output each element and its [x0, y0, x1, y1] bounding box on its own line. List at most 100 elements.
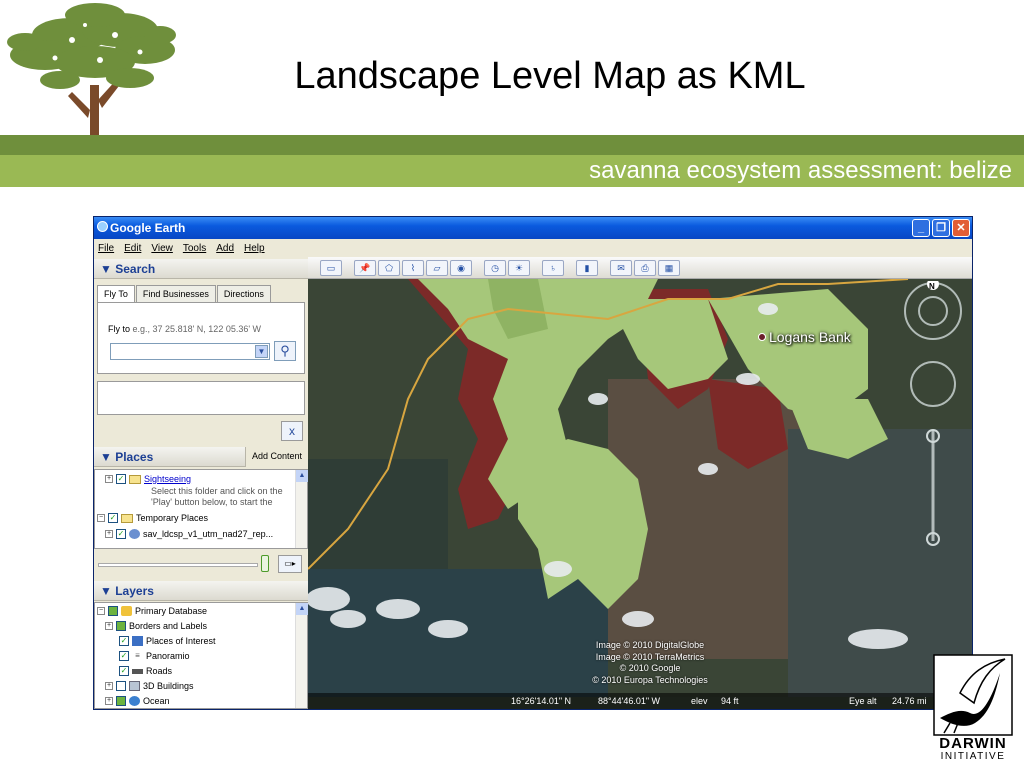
places-header[interactable]: ▼ Places Add Content [94, 447, 308, 467]
places-item-kml[interactable]: + ✓ sav_ldcsp_v1_utm_nad27_rep... [105, 529, 273, 539]
collapse-tree-icon[interactable]: − [97, 514, 105, 522]
search-button[interactable]: ⚲ [274, 341, 296, 361]
add-content-button[interactable]: Add Content [244, 447, 308, 467]
darwin-logo-name: DARWIN [939, 735, 1007, 752]
placemark-label[interactable]: Logans Bank [769, 329, 851, 345]
tour-controls: ▭▸ [94, 551, 308, 577]
layer-ocean[interactable]: + Ocean [105, 696, 170, 706]
map-toolbar: ▭ 📌 ⬠ ⌇ ▱ ◉ ◷ ☀ ♄ ▮ ✉ ⎙ ▦ [308, 257, 972, 279]
sidebar-icon[interactable]: ▭ [320, 259, 342, 276]
layers-header[interactable]: ▼ Layers [94, 581, 308, 601]
compass-north-label: N [929, 282, 935, 291]
layer-panoramio[interactable]: ✓ ≡ Panoramio [119, 651, 190, 661]
overlay-icon[interactable]: ▱ [426, 259, 448, 276]
print-icon[interactable]: ⎙ [634, 259, 656, 276]
search-icon: ⚲ [280, 343, 290, 358]
layer-3d-buildings[interactable]: + ✓ 3D Buildings [105, 681, 194, 691]
maps-icon[interactable]: ▦ [658, 259, 680, 276]
scroll-up-icon[interactable]: ▲ [296, 603, 308, 615]
layers-scrollbar[interactable]: ▲ [295, 603, 308, 708]
placemark-icon[interactable] [758, 333, 766, 341]
flyto-input[interactable]: ▼ [110, 343, 270, 360]
folder-open-icon [121, 513, 133, 523]
checkbox[interactable]: ✓ [116, 474, 126, 484]
checkbox[interactable]: ✓ [108, 513, 118, 523]
map-view[interactable]: ▭ 📌 ⬠ ⌇ ▱ ◉ ◷ ☀ ♄ ▮ ✉ ⎙ ▦ Logans Bank N … [308, 257, 972, 709]
expand-icon[interactable]: + [105, 475, 113, 483]
path-icon[interactable]: ⌇ [402, 259, 424, 276]
slide-subtitle: savanna ecosystem assessment: belize [589, 157, 1012, 184]
placemark-icon[interactable]: 📌 [354, 259, 376, 276]
places-item-sightseeing[interactable]: + ✓ Sightseeing [105, 474, 191, 484]
checkbox[interactable] [108, 606, 118, 616]
tour-icon[interactable]: ◉ [450, 259, 472, 276]
checkbox[interactable]: ✓ [116, 681, 126, 691]
email-icon[interactable]: ✉ [610, 259, 632, 276]
historical-imagery-icon[interactable]: ◷ [484, 259, 506, 276]
tab-find-businesses[interactable]: Find Businesses [135, 285, 216, 303]
navigation-controls[interactable] [898, 281, 968, 551]
ruler-icon[interactable]: ▮ [576, 259, 598, 276]
planets-icon[interactable]: ♄ [542, 259, 564, 276]
restore-icon[interactable]: ❐ [932, 219, 950, 237]
slide-title: Landscape Level Map as KML [294, 55, 806, 97]
expand-icon[interactable]: + [105, 697, 113, 705]
checkbox[interactable] [116, 696, 126, 706]
window-titlebar[interactable]: Google Earth _ ❐ ✕ [94, 217, 972, 239]
expand-icon[interactable]: + [105, 530, 113, 538]
layer-borders-labels[interactable]: + Borders and Labels [105, 621, 207, 631]
checkbox[interactable] [116, 621, 126, 631]
elevation-label: elev [691, 696, 708, 706]
menu-file[interactable]: File [98, 243, 114, 254]
sidebar: ▼ Search Fly To Find Businesses Directio… [94, 257, 308, 709]
polygon-icon[interactable]: ⬠ [378, 259, 400, 276]
eye-alt-label: Eye alt [849, 696, 877, 706]
expand-icon[interactable]: + [105, 622, 113, 630]
darwin-logo-sub: INITIATIVE [940, 751, 1006, 762]
poi-icon [132, 636, 143, 646]
checkbox[interactable]: ✓ [116, 529, 126, 539]
menu-edit[interactable]: Edit [124, 243, 141, 254]
play-tour-button[interactable]: ▭▸ [278, 555, 302, 573]
folder-icon [129, 474, 141, 484]
search-results [97, 381, 305, 415]
places-scrollbar[interactable]: ▲ [295, 470, 308, 548]
map-status-bar: 16°26'14.01" N 88°44'46.01" W elev 94 ft… [308, 693, 972, 709]
search-header[interactable]: ▼ Search [94, 259, 308, 279]
menu-tools[interactable]: Tools [183, 243, 206, 254]
flyto-hint: e.g., 37 25.818' N, 122 05.36' W [132, 324, 262, 334]
slider-handle[interactable] [261, 555, 269, 572]
tab-fly-to[interactable]: Fly To [97, 285, 135, 303]
checkbox[interactable]: ✓ [119, 666, 129, 676]
longitude-readout: 88°44'46.01" W [598, 696, 661, 706]
checkbox[interactable]: ✓ [119, 651, 129, 661]
minimize-icon[interactable]: _ [912, 219, 930, 237]
close-icon[interactable]: ✕ [952, 219, 970, 237]
layer-places-of-interest[interactable]: ✓ Places of Interest [119, 636, 216, 646]
google-earth-window: Google Earth _ ❐ ✕ File Edit View Tools … [93, 216, 973, 710]
kml-layer-icon [129, 529, 140, 539]
layer-primary-database[interactable]: − Primary Database [97, 606, 207, 616]
header-band-dark [0, 135, 1024, 155]
collapse-icon: ▼ [100, 450, 116, 464]
menu-help[interactable]: Help [244, 243, 265, 254]
collapse-tree-icon[interactable]: − [97, 607, 105, 615]
layer-roads[interactable]: ✓ Roads [119, 666, 172, 676]
scroll-up-icon[interactable]: ▲ [296, 470, 308, 482]
places-item-temporary[interactable]: − ✓ Temporary Places [97, 513, 208, 523]
chevron-down-icon[interactable]: ▼ [255, 345, 268, 358]
menu-view[interactable]: View [151, 243, 173, 254]
latitude-readout: 16°26'14.01" N [511, 696, 572, 706]
satellite-imagery[interactable] [308, 279, 972, 697]
tour-slider[interactable] [98, 563, 258, 567]
collapse-icon: ▼ [100, 262, 116, 276]
sunlight-icon[interactable]: ☀ [508, 259, 530, 276]
folder-play-icon: ▭▸ [284, 559, 296, 568]
checkbox[interactable]: ✓ [119, 636, 129, 646]
expand-icon[interactable]: + [105, 682, 113, 690]
menu-add[interactable]: Add [216, 243, 234, 254]
tab-directions[interactable]: Directions [216, 285, 271, 303]
photo-icon: ≡ [135, 651, 140, 660]
clear-search-button[interactable]: x [281, 421, 303, 441]
places-panel: + ✓ Sightseeing Select this folder and c… [94, 469, 308, 549]
